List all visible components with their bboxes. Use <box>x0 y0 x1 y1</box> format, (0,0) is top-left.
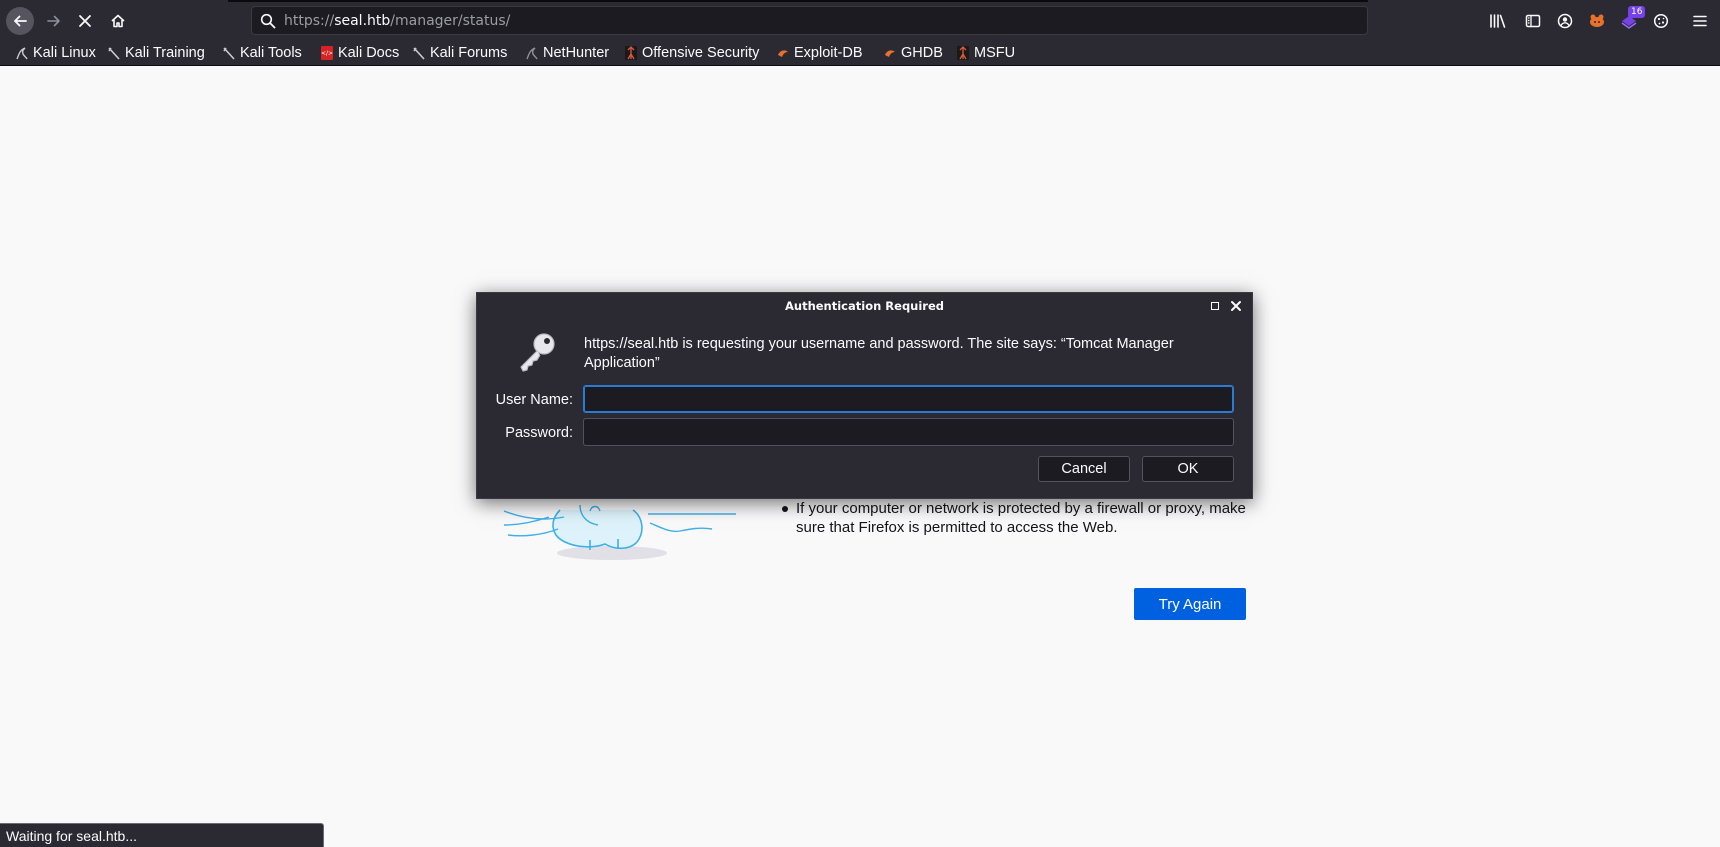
firewall-tip-text: If your computer or network is protected… <box>796 500 1246 536</box>
back-icon <box>14 15 27 27</box>
search-icon <box>260 13 276 29</box>
url-host: seal.htb <box>334 13 391 29</box>
forward-icon <box>47 15 60 27</box>
bookmark-kali-training[interactable]: Kali Training <box>108 44 205 62</box>
extension-badge: 16 <box>1628 6 1646 18</box>
account-icon <box>1557 13 1573 29</box>
bookmark-msfu[interactable]: MSFU <box>957 44 1015 62</box>
dialog-message: https://seal.htb is requesting your user… <box>584 336 1174 371</box>
kali-training-icon <box>108 46 120 60</box>
username-input[interactable] <box>583 385 1234 413</box>
ok-button[interactable]: OK <box>1142 456 1234 482</box>
exploit-db-icon <box>777 46 789 60</box>
bookmark-offensive-security[interactable]: Offensive Security <box>625 44 759 62</box>
key-icon <box>520 333 555 372</box>
offsec-icon <box>625 46 637 60</box>
bookmark-label: Kali Docs <box>338 45 400 61</box>
url-bar[interactable]: https://seal.htb/manager/status/ <box>251 6 1368 35</box>
bookmark-label: GHDB <box>901 45 943 61</box>
bookmarks-toolbar: Kali Linux Kali Training Kali Tools </> … <box>0 40 1720 66</box>
url-path: /manager/status/ <box>390 13 511 29</box>
back-button[interactable] <box>6 7 34 35</box>
status-panel: Waiting for seal.htb... <box>0 823 324 847</box>
msfu-icon <box>957 46 969 60</box>
bookmark-ghdb[interactable]: GHDB <box>884 44 943 62</box>
extension-button[interactable] <box>1585 9 1609 33</box>
forward-button[interactable] <box>40 7 68 35</box>
bookmark-nethunter[interactable]: NetHunter <box>526 44 609 62</box>
bookmark-kali-linux[interactable]: Kali Linux <box>16 44 96 62</box>
bookmark-label: Kali Tools <box>240 45 302 61</box>
sidebar-icon <box>1525 14 1541 28</box>
browser-toolbar: https://seal.htb/manager/status/ 16 <box>0 0 1720 40</box>
username-label: User Name: <box>495 392 573 408</box>
library-icon <box>1490 14 1506 28</box>
bookmark-label: Kali Forums <box>430 45 508 61</box>
bookmark-exploit-db[interactable]: Exploit-DB <box>777 44 863 62</box>
url-text[interactable]: https://seal.htb/manager/status/ <box>284 13 510 29</box>
cookie-button[interactable] <box>1649 9 1673 33</box>
stop-button[interactable] <box>71 7 99 35</box>
bookmark-kali-tools[interactable]: Kali Tools <box>223 44 302 62</box>
nethunter-icon <box>526 46 538 60</box>
menu-icon <box>1693 15 1707 27</box>
tip-bullet <box>782 506 788 512</box>
close-icon[interactable] <box>1230 300 1242 312</box>
auth-dialog: Authentication Required https://seal.htb… <box>476 292 1253 499</box>
extension-icon <box>1590 14 1604 27</box>
url-prefix: https:// <box>284 13 335 29</box>
bookmark-label: Kali Training <box>125 45 205 61</box>
kali-forums-icon <box>413 46 425 60</box>
stop-icon <box>79 15 91 27</box>
status-text: Waiting for seal.htb... <box>6 828 137 844</box>
bookmark-label: NetHunter <box>543 45 610 61</box>
ghdb-icon <box>884 46 896 60</box>
password-label: Password: <box>505 425 573 441</box>
bookmark-label: Offensive Security <box>642 45 760 61</box>
svg-text:</>: </> <box>321 50 333 57</box>
maximize-icon[interactable] <box>1211 302 1219 310</box>
cookie-icon <box>1653 13 1669 29</box>
menu-button[interactable] <box>1688 9 1712 33</box>
password-input[interactable] <box>583 418 1234 446</box>
tab-strip-edge <box>228 0 1368 2</box>
library-button[interactable] <box>1486 9 1510 33</box>
bookmark-kali-docs[interactable]: </> Kali Docs <box>321 44 399 62</box>
bookmark-label: Exploit-DB <box>794 45 863 61</box>
try-again-button[interactable]: Try Again <box>1134 588 1246 620</box>
bookmark-label: MSFU <box>974 45 1016 61</box>
kali-tools-icon <box>223 46 235 60</box>
account-button[interactable] <box>1553 9 1577 33</box>
bookmark-label: Kali Linux <box>33 45 96 61</box>
home-icon <box>111 14 125 28</box>
kali-dragon-icon <box>16 46 28 60</box>
dialog-title: Authentication Required <box>784 299 945 313</box>
cancel-button[interactable]: Cancel <box>1038 456 1130 482</box>
bookmark-kali-forums[interactable]: Kali Forums <box>413 44 507 62</box>
kali-docs-icon: </> <box>321 46 333 60</box>
sidebar-button[interactable] <box>1521 9 1545 33</box>
home-button[interactable] <box>104 7 132 35</box>
